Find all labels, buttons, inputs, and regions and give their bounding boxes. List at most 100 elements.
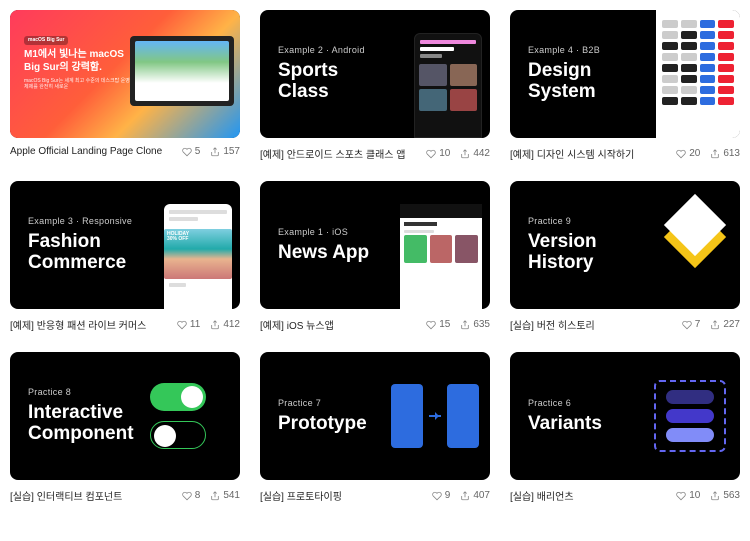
card-caption: Apple Official Landing Page Clone (10, 146, 162, 157)
card-caption: [실습] 인터랙티브 컴포넌트 (10, 488, 122, 503)
likes[interactable]: 8 (182, 490, 201, 501)
design-system-swatch-grid (656, 10, 740, 138)
likes[interactable]: 10 (676, 490, 700, 501)
card-version-history[interactable]: Practice 9 Version History [실습] 버전 히스토리 … (510, 181, 740, 332)
card-caption: [실습] 버전 히스토리 (510, 317, 595, 332)
toggle-illustration (150, 352, 240, 480)
thumb-title: Fashion Commerce (28, 232, 164, 274)
heart-icon (432, 491, 442, 501)
card-caption: [예제] 안드로이드 스포츠 클래스 앱 (260, 146, 405, 161)
card-interactive-component[interactable]: Practice 8 Interactive Component [실습] 인터… (10, 352, 240, 503)
shares[interactable]: 412 (210, 319, 240, 330)
card-stats: 10 563 (676, 490, 740, 501)
thumb-text: Example 4 · B2B Design System (510, 45, 656, 103)
layers-icon (650, 181, 740, 309)
likes[interactable]: 7 (682, 319, 701, 330)
card-design-system[interactable]: Example 4 · B2B Design System [예제] 디자인 시… (510, 10, 740, 161)
heart-icon (177, 320, 187, 330)
card-meta: [실습] 배리언츠 10 563 (510, 488, 740, 503)
card-stats: 20 613 (676, 148, 740, 159)
card-prototype[interactable]: Practice 7 Prototype [실습] 프로토타이핑 9 407 (260, 352, 490, 503)
likes[interactable]: 10 (426, 148, 450, 159)
thumb-title: Variants (528, 414, 640, 435)
phone-mock (400, 181, 482, 309)
phone-mock: HOLIDAY30% OFF (164, 181, 232, 309)
heart-icon (426, 149, 436, 159)
share-icon (210, 147, 220, 157)
heart-icon (676, 149, 686, 159)
thumbnail: macOS Big Sur M1에서 빛나는 macOS Big Sur의 강력… (10, 10, 240, 138)
shares[interactable]: 227 (710, 319, 740, 330)
phone-mock (414, 10, 482, 138)
share-icon (460, 149, 470, 159)
card-meta: [실습] 버전 히스토리 7 227 (510, 317, 740, 332)
prototype-flow-icon (380, 352, 490, 480)
card-meta: [실습] 인터랙티브 컴포넌트 8 541 (10, 488, 240, 503)
shares[interactable]: 563 (710, 490, 740, 501)
shares[interactable]: 442 (460, 148, 490, 159)
thumb-title: Design System (528, 61, 656, 103)
thumb-subtitle: Practice 9 (528, 216, 650, 226)
card-meta: [실습] 프로토타이핑 9 407 (260, 488, 490, 503)
thumb-title: Version History (528, 232, 650, 274)
shares[interactable]: 407 (460, 490, 490, 501)
apple-headline: M1에서 빛나는 macOS Big Sur의 강력함. (24, 48, 134, 74)
card-caption: [예제] iOS 뉴스앱 (260, 317, 334, 332)
thumbnail: Practice 6 Variants (510, 352, 740, 480)
heart-icon (182, 147, 192, 157)
card-variants[interactable]: Practice 6 Variants [실습] 배리언츠 10 563 (510, 352, 740, 503)
card-sports-class[interactable]: Example 2 · Android Sports Class [예제] 안드… (260, 10, 490, 161)
thumb-text: Practice 9 Version History (510, 216, 650, 274)
share-icon (210, 320, 220, 330)
variants-icon (640, 352, 740, 480)
thumb-text: Example 1 · iOS News App (260, 227, 400, 264)
card-meta: [예제] 반응형 패션 라이브 커머스 11 412 (10, 317, 240, 332)
card-stats: 15 635 (426, 319, 490, 330)
thumb-text: Example 3 · Responsive Fashion Commerce (10, 216, 164, 274)
thumbnail: Practice 8 Interactive Component (10, 352, 240, 480)
thumbnail: Example 3 · Responsive Fashion Commerce … (10, 181, 240, 309)
card-fashion-commerce[interactable]: Example 3 · Responsive Fashion Commerce … (10, 181, 240, 332)
card-stats: 9 407 (432, 490, 490, 501)
share-icon (710, 320, 720, 330)
card-caption: [실습] 프로토타이핑 (260, 488, 342, 503)
thumb-subtitle: Practice 7 (278, 398, 380, 408)
heart-icon (426, 320, 436, 330)
share-icon (460, 491, 470, 501)
thumb-text: Practice 8 Interactive Component (10, 387, 150, 445)
card-stats: 10 442 (426, 148, 490, 159)
thumb-subtitle: Example 2 · Android (278, 45, 414, 55)
thumbnail: Practice 7 Prototype (260, 352, 490, 480)
heart-icon (182, 491, 192, 501)
thumb-subtitle: Example 4 · B2B (528, 45, 656, 55)
heart-icon (676, 491, 686, 501)
apple-tag: macOS Big Sur (24, 36, 68, 45)
thumb-title: Prototype (278, 414, 380, 435)
card-meta: [예제] 디자인 시스템 시작하기 20 613 (510, 146, 740, 161)
thumb-title: Sports Class (278, 61, 414, 103)
shares[interactable]: 157 (210, 146, 240, 157)
card-stats: 8 541 (182, 490, 240, 501)
fashion-promo-image: HOLIDAY30% OFF (164, 229, 232, 279)
shares[interactable]: 635 (460, 319, 490, 330)
thumb-subtitle: Example 1 · iOS (278, 227, 400, 237)
shares[interactable]: 541 (210, 490, 240, 501)
likes[interactable]: 11 (177, 319, 200, 330)
thumbnail: Example 1 · iOS News App (260, 181, 490, 309)
likes[interactable]: 5 (182, 146, 201, 157)
thumb-subtitle: Practice 8 (28, 387, 150, 397)
share-icon (710, 149, 720, 159)
card-caption: [예제] 디자인 시스템 시작하기 (510, 146, 634, 161)
shares[interactable]: 613 (710, 148, 740, 159)
likes[interactable]: 9 (432, 490, 451, 501)
thumb-text: Example 2 · Android Sports Class (260, 45, 414, 103)
laptop-mock (130, 36, 234, 106)
card-news-app[interactable]: Example 1 · iOS News App [예제] iOS 뉴스앱 15… (260, 181, 490, 332)
likes[interactable]: 20 (676, 148, 700, 159)
card-caption: [예제] 반응형 패션 라이브 커머스 (10, 317, 146, 332)
toggle-on-icon (150, 383, 206, 411)
likes[interactable]: 15 (426, 319, 450, 330)
card-apple-landing[interactable]: macOS Big Sur M1에서 빛나는 macOS Big Sur의 강력… (10, 10, 240, 161)
thumb-subtitle: Practice 6 (528, 398, 640, 408)
thumbnail: Practice 9 Version History (510, 181, 740, 309)
